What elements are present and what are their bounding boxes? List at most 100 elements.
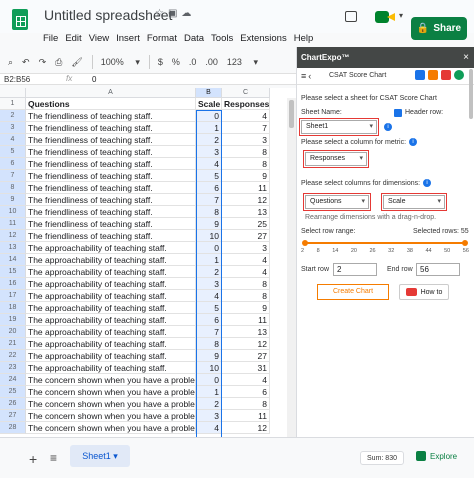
menu-tools[interactable]: Tools (211, 33, 233, 45)
table-cell[interactable]: The friendliness of teaching staff. (26, 134, 196, 146)
table-cell[interactable]: 2 (196, 266, 222, 278)
info-icon[interactable]: i (384, 123, 392, 131)
document-title[interactable]: Untitled spreadsheet (44, 7, 172, 23)
row-header[interactable]: 19 (0, 314, 26, 326)
table-cell[interactable]: 4 (196, 158, 222, 170)
menu-extensions[interactable]: Extensions (240, 33, 286, 45)
table-cell[interactable]: 13 (222, 206, 270, 218)
table-cell[interactable]: 7 (196, 194, 222, 206)
row-header[interactable]: 20 (0, 326, 26, 338)
undo-icon[interactable]: ↶ (22, 57, 30, 68)
table-cell[interactable]: 10 (196, 230, 222, 242)
row-header[interactable]: 9 (0, 194, 26, 206)
row-header[interactable]: 24 (0, 374, 26, 386)
table-cell[interactable]: The friendliness of teaching staff. (26, 230, 196, 242)
table-cell[interactable]: 12 (222, 338, 270, 350)
row-header[interactable]: 26 (0, 398, 26, 410)
table-cell[interactable]: 8 (196, 206, 222, 218)
table-cell[interactable]: The approachability of teaching staff. (26, 362, 196, 374)
row-header[interactable]: 4 (0, 134, 26, 146)
row-header[interactable]: 15 (0, 266, 26, 278)
table-cell[interactable]: 7 (196, 326, 222, 338)
table-cell[interactable]: 3 (222, 134, 270, 146)
table-cell[interactable]: 11 (222, 314, 270, 326)
person-icon[interactable] (428, 70, 438, 80)
youtube-icon[interactable] (441, 70, 451, 80)
increase-decimal-button[interactable]: .00 (205, 57, 218, 67)
menu-file[interactable]: File (43, 33, 58, 45)
table-cell[interactable]: 5 (196, 302, 222, 314)
table-cell[interactable]: 11 (222, 182, 270, 194)
header-cell[interactable]: Questions (26, 98, 196, 110)
row-header[interactable]: 22 (0, 350, 26, 362)
table-cell[interactable]: 9 (222, 302, 270, 314)
panel-scrollbar[interactable] (469, 69, 473, 119)
table-cell[interactable]: The friendliness of teaching staff. (26, 194, 196, 206)
table-cell[interactable]: 31 (222, 362, 270, 374)
row-header[interactable]: 28 (0, 422, 26, 434)
table-cell[interactable]: 0 (196, 374, 222, 386)
row-header[interactable]: 14 (0, 254, 26, 266)
table-cell[interactable]: The approachability of teaching staff. (26, 266, 196, 278)
table-cell[interactable]: 27 (222, 350, 270, 362)
table-cell[interactable]: 11 (222, 410, 270, 422)
table-cell[interactable]: 8 (222, 278, 270, 290)
redo-icon[interactable]: ↷ (39, 57, 47, 68)
row-header[interactable]: 25 (0, 386, 26, 398)
explore-button[interactable]: Explore (416, 451, 457, 461)
table-cell[interactable]: 27 (222, 230, 270, 242)
table-cell[interactable]: 3 (196, 410, 222, 422)
table-cell[interactable]: 4 (222, 110, 270, 122)
table-cell[interactable]: 3 (196, 278, 222, 290)
row-header[interactable]: 7 (0, 170, 26, 182)
table-cell[interactable]: The concern shown when you have a proble… (26, 410, 196, 422)
table-cell[interactable]: 0 (196, 110, 222, 122)
column-header-c[interactable]: C (222, 88, 270, 98)
formula-input[interactable]: 0 (92, 75, 96, 84)
add-sheet-icon[interactable]: + (29, 451, 37, 467)
table-cell[interactable]: The approachability of teaching staff. (26, 254, 196, 266)
info-icon[interactable]: i (409, 138, 418, 146)
table-cell[interactable]: The friendliness of teaching staff. (26, 182, 196, 194)
vertical-scrollbar[interactable] (287, 98, 296, 437)
table-cell[interactable]: 10 (196, 362, 222, 374)
sheets-logo-icon[interactable] (12, 9, 28, 30)
table-cell[interactable]: 5 (196, 170, 222, 182)
table-cell[interactable]: 2 (196, 134, 222, 146)
row-header[interactable]: 1 (0, 98, 26, 110)
table-cell[interactable]: 12 (222, 194, 270, 206)
table-cell[interactable]: 3 (196, 146, 222, 158)
upgrade-icon[interactable] (454, 70, 464, 80)
menu-data[interactable]: Data (184, 33, 204, 45)
menu-insert[interactable]: Insert (116, 33, 140, 45)
column-header-b[interactable]: B (196, 88, 222, 98)
select-all-corner[interactable] (0, 88, 26, 98)
table-cell[interactable]: 9 (196, 350, 222, 362)
spreadsheet-grid[interactable]: A B C 1 Questions Scale Responses 2 The frien… (0, 88, 296, 437)
decrease-decimal-button[interactable]: .0 (189, 57, 197, 67)
table-cell[interactable]: 8 (222, 290, 270, 302)
table-cell[interactable]: 4 (222, 254, 270, 266)
scrollbar-thumb[interactable] (289, 100, 294, 128)
dimension-select-1[interactable]: Questions ▾ (305, 195, 369, 209)
table-cell[interactable]: 1 (196, 122, 222, 134)
column-header-a[interactable]: A (26, 88, 196, 98)
row-header[interactable]: 6 (0, 158, 26, 170)
print-icon[interactable]: ⎙ (55, 57, 62, 68)
table-cell[interactable]: The friendliness of teaching staff. (26, 110, 196, 122)
table-cell[interactable]: 0 (196, 242, 222, 254)
magic-icon[interactable] (415, 70, 425, 80)
table-cell[interactable]: The approachability of teaching staff. (26, 242, 196, 254)
header-cell[interactable]: Responses (222, 98, 270, 110)
header-row-checkbox[interactable] (394, 109, 402, 117)
cloud-status-icon[interactable]: ☁ (181, 8, 195, 19)
table-cell[interactable]: 4 (222, 266, 270, 278)
table-cell[interactable]: 9 (196, 218, 222, 230)
table-cell[interactable]: 8 (196, 338, 222, 350)
row-header[interactable]: 17 (0, 290, 26, 302)
close-icon[interactable]: × (463, 47, 469, 68)
table-cell[interactable]: The approachability of teaching staff. (26, 302, 196, 314)
slider-start-handle[interactable] (302, 240, 308, 246)
row-header[interactable]: 10 (0, 206, 26, 218)
row-header[interactable]: 12 (0, 230, 26, 242)
